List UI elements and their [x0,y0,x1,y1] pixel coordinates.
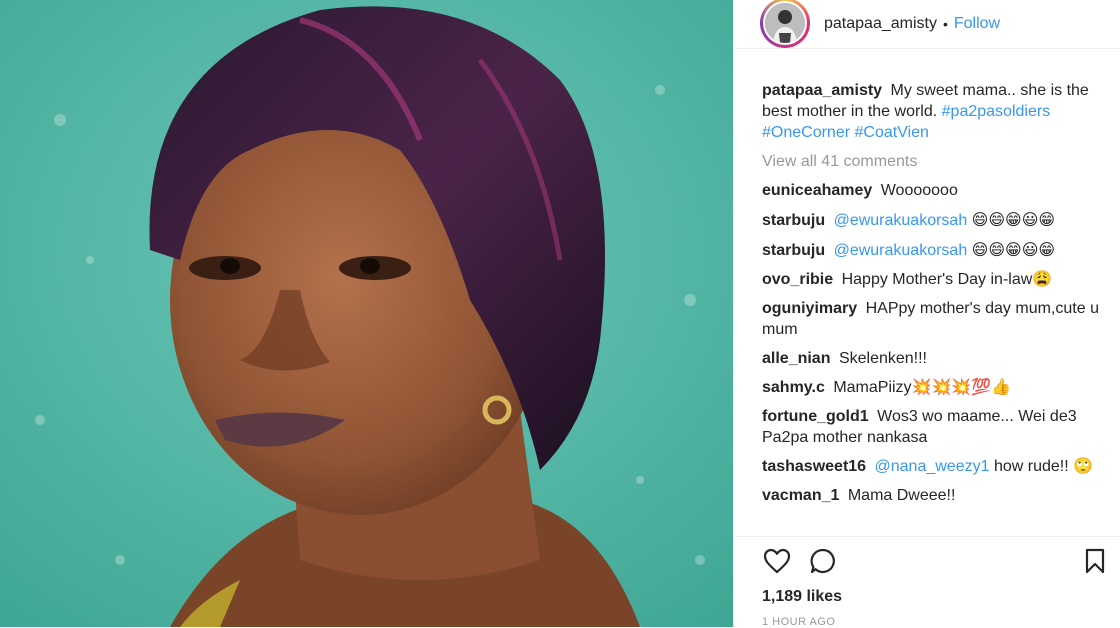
comment-username[interactable]: fortune_gold1 [762,408,869,425]
comment-item: sahmy.c MamaPiizy💥💥💥💯👍 [762,377,1110,398]
hashtag-link[interactable]: #CoatVien [855,124,929,141]
comment-item: tashasweet16 @nana_weezy1 how rude!! 🙄 [762,456,1110,477]
portrait-image [0,0,733,627]
comment-item: starbuju @ewurakuakorsah 😄😄😁😃😁 [762,209,1110,231]
comment-username[interactable]: alle_nian [762,350,830,367]
avatar[interactable] [760,0,810,48]
bookmark-icon[interactable] [1080,546,1110,576]
hashtag-link[interactable]: #pa2pasoldiers [942,103,1051,120]
comment-text: Happy Mother's Day in-law😩 [841,271,1053,288]
comment-text: Mama Dweee!! [847,487,956,504]
comment-username[interactable]: euniceahamey [762,182,872,199]
likes-count[interactable]: 1,189 likes [762,588,842,606]
caption: patapaa_amisty My sweet mama.. she is th… [762,80,1110,143]
action-bar [762,546,1110,576]
post-sidebar: patapaa_amisty • Follow patapaa_amisty M… [733,0,1120,628]
comment-item: vacman_1 Mama Dweee!! [762,485,1110,506]
comment-text: Wooooooo [880,182,958,199]
comment-item: euniceahamey Wooooooo [762,180,1110,201]
post-timestamp: 1 HOUR AGO [762,616,836,628]
comment-text: how rude!! 🙄 [993,458,1094,475]
comment-username[interactable]: oguniyimary [762,300,857,317]
comment-text: 😄😄😁😃😁 [971,210,1056,229]
header-separator: • [942,16,948,32]
mention-link[interactable]: @ewurakuakorsah [834,212,968,229]
comment-text: 😄😄😁😃😁 [971,240,1056,259]
comment-item: alle_nian Skelenken!!! [762,348,1110,369]
mention-link[interactable]: @ewurakuakorsah [834,242,968,259]
view-all-comments-link[interactable]: View all 41 comments [762,151,1110,172]
comment-text: Skelenken!!! [838,350,927,367]
comment-username[interactable]: sahmy.c [762,379,825,396]
comment-item: starbuju @ewurakuakorsah 😄😄😁😃😁 [762,239,1110,261]
comment-username[interactable]: vacman_1 [762,487,839,504]
comment-username[interactable]: starbuju [762,212,825,229]
heart-icon[interactable] [762,546,792,576]
comment-text: MamaPiizy💥💥💥💯👍 [833,379,1012,396]
divider [734,536,1120,537]
comment-item: fortune_gold1 Wos3 wo maame... Wei de3 P… [762,406,1110,448]
comment-item: ovo_ribie Happy Mother's Day in-law😩 [762,269,1110,290]
avatar-image [765,3,805,43]
post-photo[interactable] [0,0,733,627]
hashtag-link[interactable]: #OneCorner [762,124,850,141]
mention-link[interactable]: @nana_weezy1 [875,458,990,475]
comment-username[interactable]: starbuju [762,242,825,259]
caption-username[interactable]: patapaa_amisty [762,82,882,99]
header-username[interactable]: patapaa_amisty [824,15,937,33]
comment-item: oguniyimary HAPpy mother's day mum,cute … [762,298,1110,340]
follow-button[interactable]: Follow [954,15,1000,33]
comments-list[interactable]: patapaa_amisty My sweet mama.. she is th… [762,80,1110,535]
post-header: patapaa_amisty • Follow [734,0,1120,49]
comment-username[interactable]: tashasweet16 [762,458,866,475]
comment-bubble-icon[interactable] [808,546,838,576]
comment-username[interactable]: ovo_ribie [762,271,833,288]
